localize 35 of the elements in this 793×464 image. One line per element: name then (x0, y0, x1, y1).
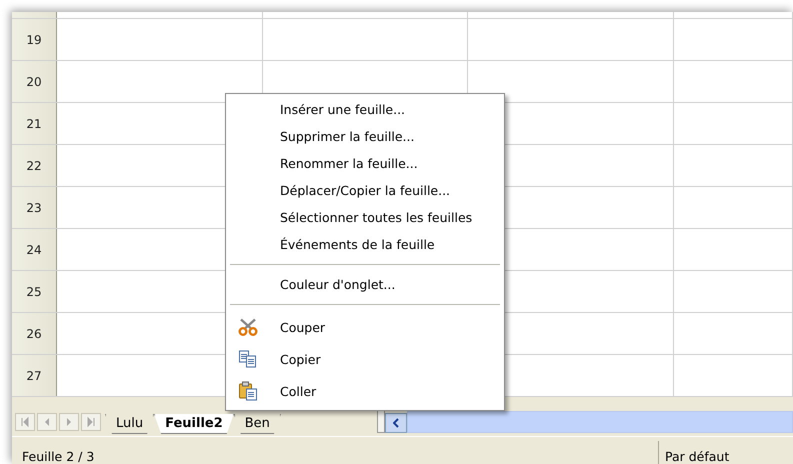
menu-item[interactable]: Coller (228, 375, 502, 407)
page-style: Par défaut (658, 441, 793, 464)
menu-item[interactable]: Déplacer/Copier la feuille... (228, 177, 502, 204)
previous-sheet-button[interactable] (37, 413, 57, 431)
menu-item[interactable]: Copier (228, 343, 502, 375)
scrollbar-splitter[interactable] (377, 409, 385, 433)
right-arrow-icon (85, 416, 97, 428)
row-header[interactable]: 23 (12, 187, 57, 228)
menu-item[interactable]: Couper (228, 311, 502, 343)
clipboard-icon (238, 380, 258, 402)
row-header[interactable]: 26 (12, 313, 57, 354)
sheet-tab[interactable]: Ben (234, 414, 281, 434)
row-header[interactable]: 19 (12, 19, 57, 60)
next-sheet-button[interactable] (59, 413, 79, 431)
menu-item[interactable]: Renommer la feuille... (228, 150, 502, 177)
sheet-tab[interactable]: Feuille2 (154, 414, 234, 434)
sheet-tab[interactable]: Lulu (105, 414, 154, 434)
menu-item[interactable]: Couleur d'onglet... (228, 271, 502, 298)
row-header[interactable]: 21 (12, 103, 57, 144)
last-sheet-button[interactable] (81, 413, 101, 431)
row-header[interactable]: 24 (12, 229, 57, 270)
row-header[interactable]: 22 (12, 145, 57, 186)
menu-item[interactable]: Sélectionner toutes les feuilles (228, 204, 502, 231)
menu-item[interactable]: Événements de la feuille (228, 231, 502, 258)
menu-item[interactable]: Insérer une feuille... (228, 96, 502, 123)
scissors-icon (238, 318, 258, 336)
first-sheet-button[interactable] (15, 413, 35, 431)
copy-icon (238, 350, 257, 368)
row-header[interactable]: 27 (12, 355, 57, 396)
row-header[interactable]: 25 (12, 271, 57, 312)
menu-item[interactable]: Supprimer la feuille... (228, 123, 502, 150)
row-header[interactable]: 20 (12, 61, 57, 102)
scroll-left-button[interactable] (385, 413, 407, 433)
left-arrow-icon (19, 416, 31, 428)
sheet-position: Feuille 2 / 3 (21, 449, 96, 464)
